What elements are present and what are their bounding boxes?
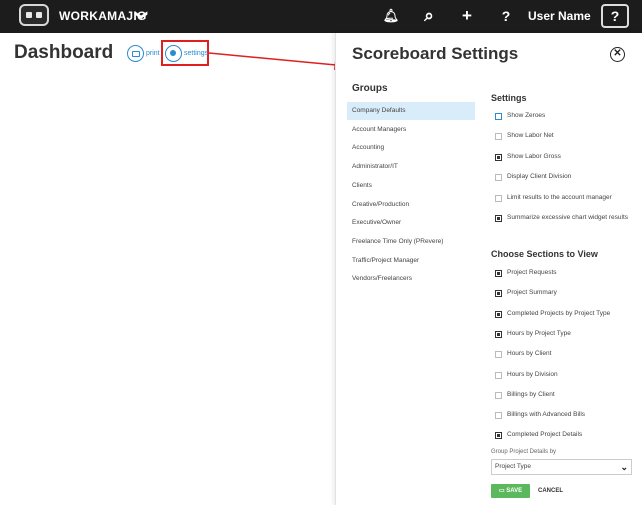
checkbox[interactable] — [495, 330, 502, 338]
checkbox[interactable] — [495, 113, 502, 120]
group-item[interactable]: Traffic/Project Manager — [347, 252, 475, 270]
checkbox[interactable] — [495, 391, 502, 399]
group-item[interactable]: Accounting — [347, 139, 475, 157]
group-details-select[interactable]: Project Type ⌄ — [491, 459, 632, 475]
checkbox[interactable] — [495, 215, 502, 222]
checkbox[interactable] — [495, 290, 502, 298]
group-item[interactable]: Account Managers — [347, 121, 475, 139]
settings-heading: Settings — [491, 93, 527, 103]
group-item[interactable]: Freelance Time Only (PRevere) — [347, 233, 475, 251]
cancel-button[interactable]: CANCEL — [538, 484, 563, 498]
chevron-down-icon: ⌄ — [620, 462, 628, 472]
checkbox[interactable] — [495, 310, 502, 318]
checkbox[interactable] — [495, 371, 502, 379]
checkbox[interactable] — [495, 133, 502, 141]
arrow-line — [208, 52, 337, 66]
option-label: Display Client Division — [507, 173, 572, 181]
checkbox[interactable] — [495, 174, 502, 182]
group-item[interactable]: Clients — [347, 177, 475, 195]
group-details-label: Group Project Details by — [491, 449, 557, 455]
option-label: Limit results to the account manager — [507, 193, 612, 201]
close-icon[interactable]: ✕ — [610, 47, 625, 62]
option-label: Project Summary — [507, 289, 557, 297]
option-label: Summarize excessive chart widget results — [507, 214, 629, 221]
sections-heading: Choose Sections to View — [491, 249, 598, 259]
checkbox[interactable] — [495, 153, 502, 161]
scoreboard-settings-panel: Scoreboard Settings ✕ Groups Company Def… — [335, 33, 642, 505]
group-item[interactable]: Executive/Owner — [347, 214, 475, 232]
checkbox[interactable] — [495, 351, 502, 359]
group-item[interactable]: Creative/Production — [347, 196, 475, 214]
groups-heading: Groups — [352, 83, 388, 94]
option-label: Hours by Project Type — [507, 329, 571, 337]
group-details-value: Project Type — [495, 463, 532, 470]
checkbox[interactable] — [495, 194, 502, 202]
panel-title: Scoreboard Settings — [352, 44, 519, 63]
checkbox[interactable] — [495, 412, 502, 420]
option-label: Hours by Client — [507, 350, 552, 358]
group-item[interactable]: Vendors/Freelancers — [347, 270, 475, 288]
option-label: Billings with Advanced Bills — [507, 411, 586, 419]
option-label: Project Requests — [507, 269, 557, 276]
option-label: Show Labor Net — [507, 132, 554, 140]
checkbox[interactable] — [495, 432, 502, 440]
save-label: SAVE — [506, 488, 523, 494]
option-label: Show Labor Gross — [507, 152, 561, 160]
option-label: Billings by Client — [507, 390, 555, 398]
option-label: Show Zeroes — [507, 112, 546, 119]
option-label: Completed Project Details — [507, 431, 583, 439]
group-item[interactable]: Company Defaults — [347, 102, 475, 120]
checkbox[interactable] — [495, 270, 502, 277]
option-label: Completed Projects by Project Type — [507, 309, 611, 317]
save-button[interactable]: ▭ SAVE — [491, 484, 530, 498]
group-item[interactable]: Administrator/IT — [347, 158, 475, 176]
option-label: Hours by Division — [507, 370, 558, 378]
